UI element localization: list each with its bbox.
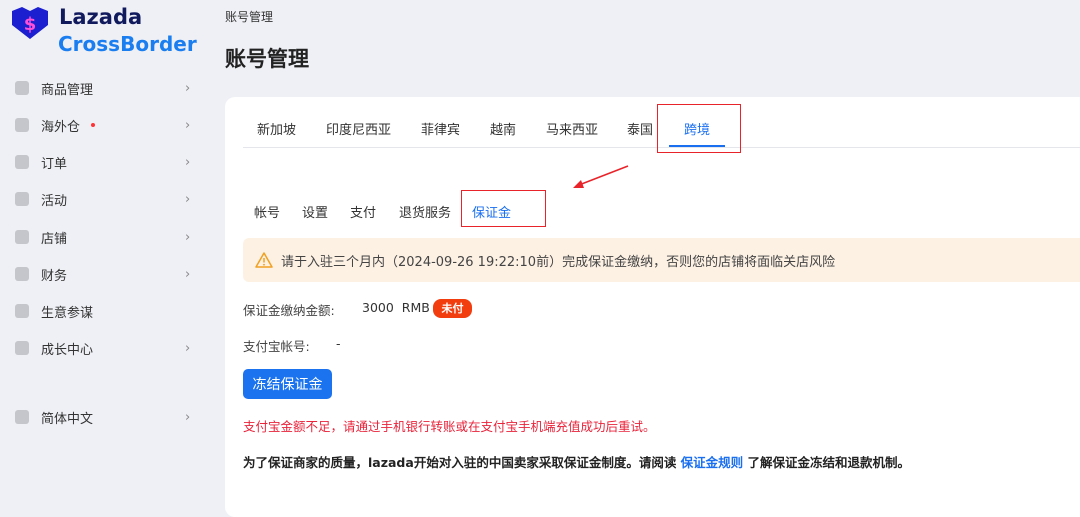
warning-alert: 请于入驻三个月内（2024-09-26 19:22:10前）完成保证金缴纳，否则… (243, 238, 1080, 282)
promotion-icon (15, 192, 29, 206)
tab-country-1[interactable]: 印度尼西亚 (326, 119, 391, 138)
highlight-box-deposit-tab (461, 190, 546, 227)
info-text-before: 为了保证商家的质量，lazada开始对入驻的中国卖家采取保证金制度。请阅读 (243, 455, 681, 470)
alert-text: 请于入驻三个月内（2024-09-26 19:22:10前）完成保证金缴纳，否则… (281, 254, 836, 270)
sidebar-item-label: 活动 (41, 193, 68, 209)
freeze-deposit-button[interactable]: 冻结保证金 (243, 369, 332, 399)
sidebar-item-label: 成长中心 (41, 342, 94, 358)
sidebar-item-3[interactable]: 活动 › (0, 184, 210, 214)
sidebar-item-label: 生意参谋 (41, 305, 94, 321)
info-text-after: 了解保证金冻结和退款机制。 (743, 455, 911, 470)
lazada-crossborder-logo: $ Lazada CrossBorder (10, 5, 197, 56)
breadcrumb: 账号管理 (225, 10, 274, 24)
logo-text-crossborder: CrossBorder (58, 32, 197, 56)
sidebar-item-label: 订单 (41, 156, 68, 172)
error-message: 支付宝金额不足，请通过手机银行转账或在支付宝手机端充值成功后重试。 (243, 419, 656, 434)
sidebar-item-label: 海外仓 (41, 119, 81, 135)
chevron-right-icon: › (185, 80, 191, 96)
growth-icon (15, 341, 29, 355)
deposit-amount-value: 3000 RMB (362, 300, 430, 315)
chevron-right-icon: › (185, 117, 191, 133)
language-icon (15, 410, 29, 424)
chevron-right-icon: › (185, 229, 191, 245)
warehouse-icon (15, 118, 29, 132)
deposit-rules-link[interactable]: 保证金规则 (681, 455, 744, 470)
sidebar-item-8[interactable]: 简体中文 › (0, 402, 210, 432)
tab-country-0[interactable]: 新加坡 (257, 119, 296, 138)
store-icon (15, 230, 29, 244)
page-title: 账号管理 (225, 47, 309, 71)
sidebar-item-7[interactable]: 成长中心 › (0, 333, 210, 363)
sidebar-item-5[interactable]: 财务 › (0, 259, 210, 289)
sidebar-item-1[interactable]: 海外仓 › (0, 110, 210, 140)
sidebar-item-4[interactable]: 店铺 › (0, 222, 210, 252)
chevron-right-icon: › (185, 340, 191, 356)
svg-text:$: $ (24, 14, 37, 35)
sidebar-item-label: 财务 (41, 268, 68, 284)
logo-text-lazada: Lazada (59, 5, 143, 29)
subtab-2[interactable]: 支付 (350, 202, 376, 221)
finance-icon (15, 267, 29, 281)
sidebar-item-2[interactable]: 订单 › (0, 147, 210, 177)
tab-country-3[interactable]: 越南 (490, 119, 516, 138)
warning-icon (255, 252, 273, 268)
box-icon (15, 81, 29, 95)
sidebar-item-label: 简体中文 (41, 411, 94, 427)
tab-country-2[interactable]: 菲律宾 (421, 119, 460, 138)
deposit-amount-label: 保证金缴纳金额: (243, 303, 335, 318)
status-badge: 未付 (433, 299, 472, 318)
lazada-logo-icon: $ (12, 7, 48, 39)
notification-dot (91, 123, 95, 127)
chevron-right-icon: › (185, 154, 191, 170)
chevron-right-icon: › (185, 409, 191, 425)
sidebar-item-label: 商品管理 (41, 82, 94, 98)
sidebar-item-6[interactable]: 生意参谋 (0, 296, 210, 326)
annotation-arrow-icon (573, 165, 629, 188)
chevron-right-icon: › (185, 191, 191, 207)
deposit-info-text: 为了保证商家的质量，lazada开始对入驻的中国卖家采取保证金制度。请阅读 保证… (243, 452, 910, 471)
alipay-account-value: - (336, 336, 341, 351)
highlight-box-crossborder-tab (657, 104, 741, 153)
alipay-account-label: 支付宝帐号: (243, 339, 310, 354)
subtab-1[interactable]: 设置 (302, 202, 328, 221)
sidebar-item-label: 店铺 (41, 231, 68, 247)
sidebar-item-0[interactable]: 商品管理 › (0, 73, 210, 103)
order-icon (15, 155, 29, 169)
subtab-3[interactable]: 退货服务 (399, 202, 451, 221)
tab-country-5[interactable]: 泰国 (627, 119, 653, 138)
chevron-right-icon: › (185, 266, 191, 282)
analytics-icon (15, 304, 29, 318)
subtab-0[interactable]: 帐号 (254, 202, 280, 221)
tab-country-4[interactable]: 马来西亚 (546, 119, 598, 138)
